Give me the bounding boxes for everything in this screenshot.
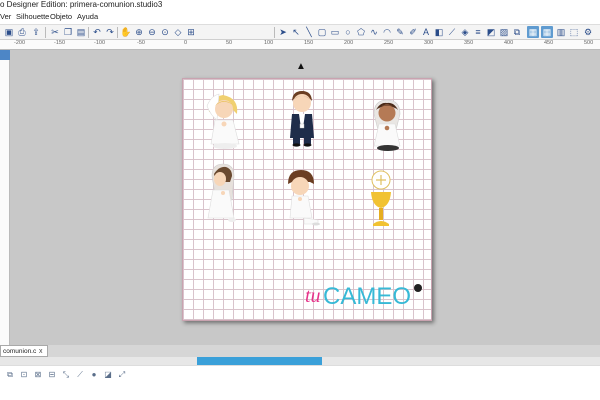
offset-icon[interactable]: ● <box>88 369 100 381</box>
ruler-label: 50 <box>226 40 233 46</box>
image-icon[interactable]: ▨ <box>498 26 510 38</box>
pan-icon[interactable]: ✋ <box>120 26 132 38</box>
curve-icon[interactable]: ∿ <box>368 26 380 38</box>
cut-icon[interactable]: ✂ <box>49 26 61 38</box>
save-icon[interactable]: ▣ <box>3 26 15 38</box>
document-tab-label: comunion.c <box>3 348 37 355</box>
zoom-select-icon[interactable]: ⊙ <box>159 26 171 38</box>
fit-object-icon[interactable]: ⊞ <box>185 26 197 38</box>
polygon-icon[interactable]: ⬠ <box>355 26 367 38</box>
line-icon[interactable]: ╲ <box>303 26 315 38</box>
scrollbar-thumb[interactable] <box>197 357 322 365</box>
line-style-icon[interactable]: ≡ <box>472 26 484 38</box>
menu-ver[interactable]: Ver <box>0 10 11 24</box>
ruler-label: 300 <box>424 40 434 46</box>
tucameo-logo: tu CAMEO <box>305 283 422 310</box>
paste-icon[interactable]: ▤ <box>75 26 87 38</box>
arc-icon[interactable]: ◠ <box>381 26 393 38</box>
ruler-label: 400 <box>504 40 514 46</box>
rectangle-icon[interactable]: ▢ <box>316 26 328 38</box>
weld-icon[interactable]: ⟋ <box>74 369 86 381</box>
select-all-icon[interactable]: ⤡ <box>60 369 72 381</box>
menu-bar: Ver Silhouette Objeto Ayuda <box>0 10 600 24</box>
ruler-label: 250 <box>384 40 394 46</box>
zoom-out-icon[interactable]: ⊖ <box>146 26 158 38</box>
fill-icon[interactable]: ◈ <box>459 26 471 38</box>
print-icon[interactable]: ⎙ <box>16 26 28 38</box>
ruler-label: 500 <box>584 40 594 46</box>
main-toolbar: ▣ ⎙ ⇪ ✂ ❐ ▤ ↶ ↷ ✋ ⊕ ⊖ ⊙ ◇ ⊞ ➤ ↖ ╲ ▢ ▭ ○ … <box>0 24 600 40</box>
toolbar-separator <box>88 27 89 38</box>
text-icon[interactable]: A <box>420 26 432 38</box>
group-icon[interactable]: ⧉ <box>4 369 16 381</box>
replicate-icon[interactable]: ⧉ <box>511 26 523 38</box>
transform-icon[interactable]: ⤢ <box>116 369 128 381</box>
menu-ayuda[interactable]: Ayuda <box>77 10 98 24</box>
menu-objeto[interactable]: Objeto <box>50 10 72 24</box>
library-icon[interactable]: ▥ <box>555 26 567 38</box>
horizontal-scrollbar[interactable] <box>0 357 600 365</box>
freehand-icon[interactable]: ✎ <box>394 26 406 38</box>
send-to-cutter-icon[interactable]: ⇪ <box>30 26 42 38</box>
ruler-label: -200 <box>14 40 26 46</box>
ruler-label: -150 <box>54 40 66 46</box>
kneeling-girl-veil-figure[interactable] <box>204 160 240 226</box>
ruler-label: -50 <box>137 40 145 46</box>
align-icon[interactable]: ▦ <box>527 26 539 38</box>
menu-silhouette[interactable]: Silhouette <box>16 10 49 24</box>
zoom-in-icon[interactable]: ⊕ <box>133 26 145 38</box>
ruler-label: 150 <box>304 40 314 46</box>
ruler-label: 100 <box>264 40 274 46</box>
ruler-label: 350 <box>464 40 474 46</box>
chalice-host-figure[interactable] <box>368 168 394 232</box>
edit-points-icon[interactable]: ↖ <box>290 26 302 38</box>
copy-icon[interactable]: ❐ <box>62 26 74 38</box>
toolbar-separator <box>45 27 46 38</box>
toolbar-separator <box>117 27 118 38</box>
logo-part-tu: tu <box>305 285 321 307</box>
ruler-label: 0 <box>184 40 188 46</box>
cutting-direction-arrow-icon: ▲ <box>296 61 306 72</box>
rounded-rectangle-icon[interactable]: ▭ <box>329 26 341 38</box>
redo-icon[interactable]: ↷ <box>104 26 116 38</box>
girl-blonde-veil-figure[interactable] <box>203 90 245 150</box>
knife-icon[interactable]: ⟋ <box>446 26 458 38</box>
close-icon[interactable]: x <box>39 346 43 357</box>
ruler-label: 450 <box>544 40 554 46</box>
compound-path-icon[interactable]: ⊠ <box>32 369 44 381</box>
undo-icon[interactable]: ↶ <box>91 26 103 38</box>
horizontal-ruler: -200 -150 -100 -50 0 50 100 150 200 250 … <box>0 40 600 50</box>
logo-part-cameo: CAMEO <box>323 283 411 310</box>
eraser-icon[interactable]: ◧ <box>433 26 445 38</box>
trace-icon[interactable]: ◪ <box>102 369 114 381</box>
ungroup-icon[interactable]: ⊡ <box>18 369 30 381</box>
kneeling-boy-figure[interactable] <box>282 166 322 230</box>
ruler-label: 200 <box>344 40 354 46</box>
ruler-corner[interactable] <box>0 50 10 60</box>
grid-icon[interactable]: ▦ <box>541 26 553 38</box>
store-icon[interactable]: ⬚ <box>568 26 580 38</box>
ruler-label: -100 <box>94 40 106 46</box>
document-tab-bar: comunion.c x <box>0 345 600 357</box>
pointer-icon[interactable]: ➤ <box>277 26 289 38</box>
smooth-freehand-icon[interactable]: ✐ <box>407 26 419 38</box>
shadow-icon[interactable]: ◩ <box>485 26 497 38</box>
window-title: o Designer Edition: primera-comunion.stu… <box>0 0 163 9</box>
bottom-toolbar: ⧉ ⊡ ⊠ ⊟ ⤡ ⟋ ● ◪ ⤢ <box>0 365 600 400</box>
document-tab[interactable]: comunion.c x <box>0 345 48 357</box>
vertical-ruler <box>0 50 10 350</box>
title-bar: o Designer Edition: primera-comunion.stu… <box>0 0 600 10</box>
toolbar-separator <box>274 27 275 38</box>
release-path-icon[interactable]: ⊟ <box>46 369 58 381</box>
cut-settings-icon[interactable]: ⚙ <box>582 26 594 38</box>
ellipse-icon[interactable]: ○ <box>342 26 354 38</box>
boy-navy-suit-figure[interactable] <box>287 88 317 148</box>
girl-curly-hair-figure[interactable] <box>368 96 406 154</box>
fit-page-icon[interactable]: ◇ <box>172 26 184 38</box>
